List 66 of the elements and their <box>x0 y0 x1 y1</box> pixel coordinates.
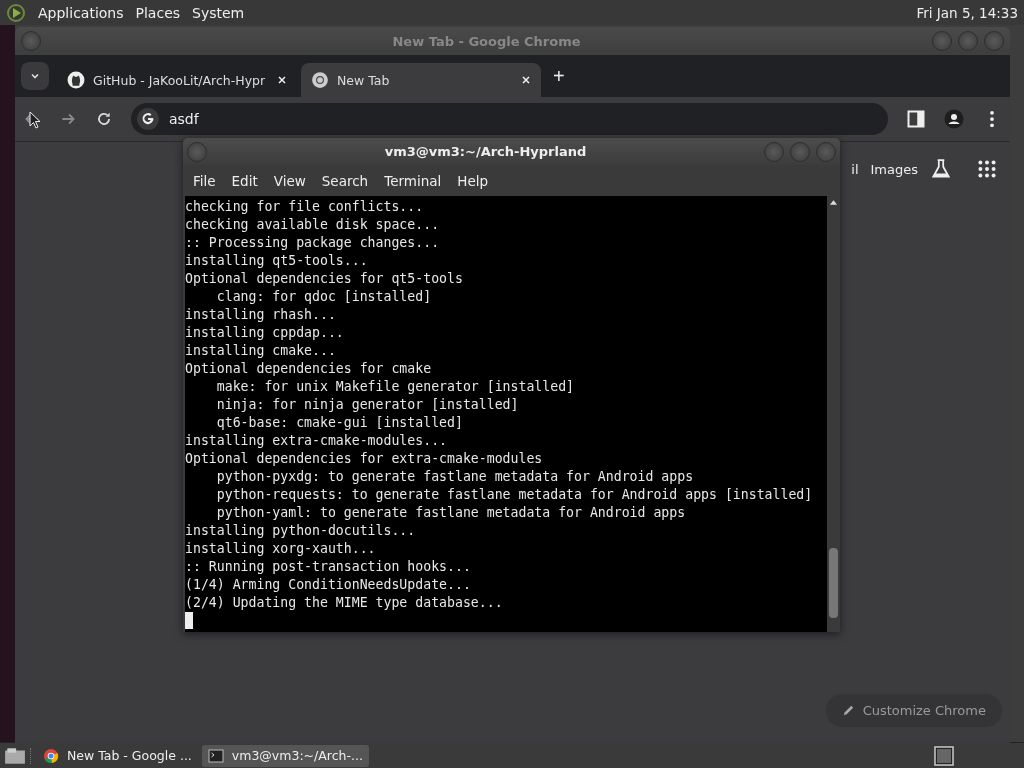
google-icon <box>137 108 159 130</box>
pencil-icon <box>841 704 855 717</box>
terminal-line: installing xorg-xauth... <box>185 540 377 558</box>
terminal-line: Optional dependencies for cmake <box>185 360 433 378</box>
close-icon[interactable] <box>277 75 287 85</box>
panel-menu[interactable]: System <box>192 4 245 21</box>
terminal-line: checking for file conflicts... <box>185 198 425 216</box>
terminal-line: installing cmake... <box>185 342 337 360</box>
taskbar-button[interactable]: New Tab - Google ... <box>37 744 198 767</box>
terminal-line: Optional dependencies for extra-cmake-modules <box>185 450 544 468</box>
browser-tab[interactable]: GitHub - JaKooLit/Arch-Hypr <box>57 63 297 97</box>
terminal-line: (1/4) Arming ConditionNeedsUpdate... <box>185 576 472 594</box>
github-icon <box>67 71 85 89</box>
terminal-line: installing cppdap... <box>185 324 345 342</box>
customize-chrome-button[interactable]: Customize Chrome <box>825 694 1002 727</box>
terminal-line: clang: for qdoc [installed] <box>215 288 433 306</box>
apps-icon[interactable] <box>976 158 998 180</box>
terminal-line: ninja: for ninja generator [installed] <box>215 396 520 414</box>
chevron-down-icon <box>30 71 40 81</box>
terminal-line: python-pyxdg: to generate fastlane metadata for Android apps <box>215 468 695 486</box>
terminal-line: checking available disk space... <box>185 216 441 234</box>
side-panel-icon[interactable] <box>906 109 926 129</box>
terminal-line: :: Processing package changes... <box>185 234 441 252</box>
taskbar-button[interactable]: vm3@vm3:~/Arch-... <box>201 744 369 767</box>
flask-icon[interactable] <box>930 158 952 180</box>
terminal-line: Optional dependencies for qt5-tools <box>185 270 464 288</box>
menu-item[interactable]: View <box>267 170 312 191</box>
tab-search-button[interactable] <box>21 62 49 90</box>
terminal-line: python-yaml: to generate fastlane metadata for Android apps <box>215 504 687 522</box>
workspace-icon[interactable] <box>934 745 954 766</box>
panel-menu[interactable]: Applications <box>38 4 124 21</box>
menu-item[interactable]: Terminal <box>378 170 448 191</box>
terminal-line: python-requests: to generate fastlane metadata for Android apps [installed] <box>215 486 814 504</box>
menu-item[interactable]: Search <box>315 170 375 191</box>
menu-item[interactable]: Help <box>451 170 495 191</box>
google-link[interactable]: Images <box>870 161 918 177</box>
clock[interactable]: Fri Jan 5, 14:33 <box>916 4 1018 21</box>
browser-tab[interactable]: New Tab <box>301 63 541 97</box>
terminal-line: installing python-docutils... <box>185 522 417 540</box>
chrome-icon <box>311 71 329 89</box>
terminal-line: (2/4) Updating the MIME type database... <box>185 594 504 612</box>
address-bar[interactable]: asdf <box>131 103 888 135</box>
terminal-line: make: for unix Makefile generator [installed] <box>215 378 576 396</box>
terminal-icon <box>207 747 224 764</box>
panel-menu[interactable]: Places <box>135 4 181 21</box>
terminal-line: installing rhash... <box>185 306 337 324</box>
window-title: New Tab - Google Chrome <box>391 33 582 49</box>
profile-icon[interactable] <box>944 109 964 129</box>
reload-icon[interactable] <box>95 110 113 128</box>
new-tab-button[interactable]: + <box>545 64 573 88</box>
logo-icon[interactable] <box>6 2 26 23</box>
close-icon[interactable] <box>521 75 531 85</box>
scroll-up-icon[interactable] <box>829 198 838 206</box>
scrollbar-thumb[interactable] <box>829 548 838 618</box>
terminal-line: installing qt5-tools... <box>185 252 369 270</box>
terminal-line: :: Running post-transaction hooks... <box>185 558 472 576</box>
scrollbar[interactable] <box>827 196 840 632</box>
window-title: vm3@vm3:~/Arch-Hyprland <box>383 144 588 159</box>
mouse-pointer-icon <box>29 111 41 129</box>
text-cursor <box>185 612 193 629</box>
terminal-line: qt6-base: cmake-gui [installed] <box>215 414 464 432</box>
menu-item[interactable]: File <box>187 170 222 191</box>
menu-item[interactable]: Edit <box>225 170 264 191</box>
terminal-line: installing extra-cmake-modules... <box>185 432 448 450</box>
chrome-icon <box>43 747 59 764</box>
google-link[interactable]: il <box>851 161 859 177</box>
